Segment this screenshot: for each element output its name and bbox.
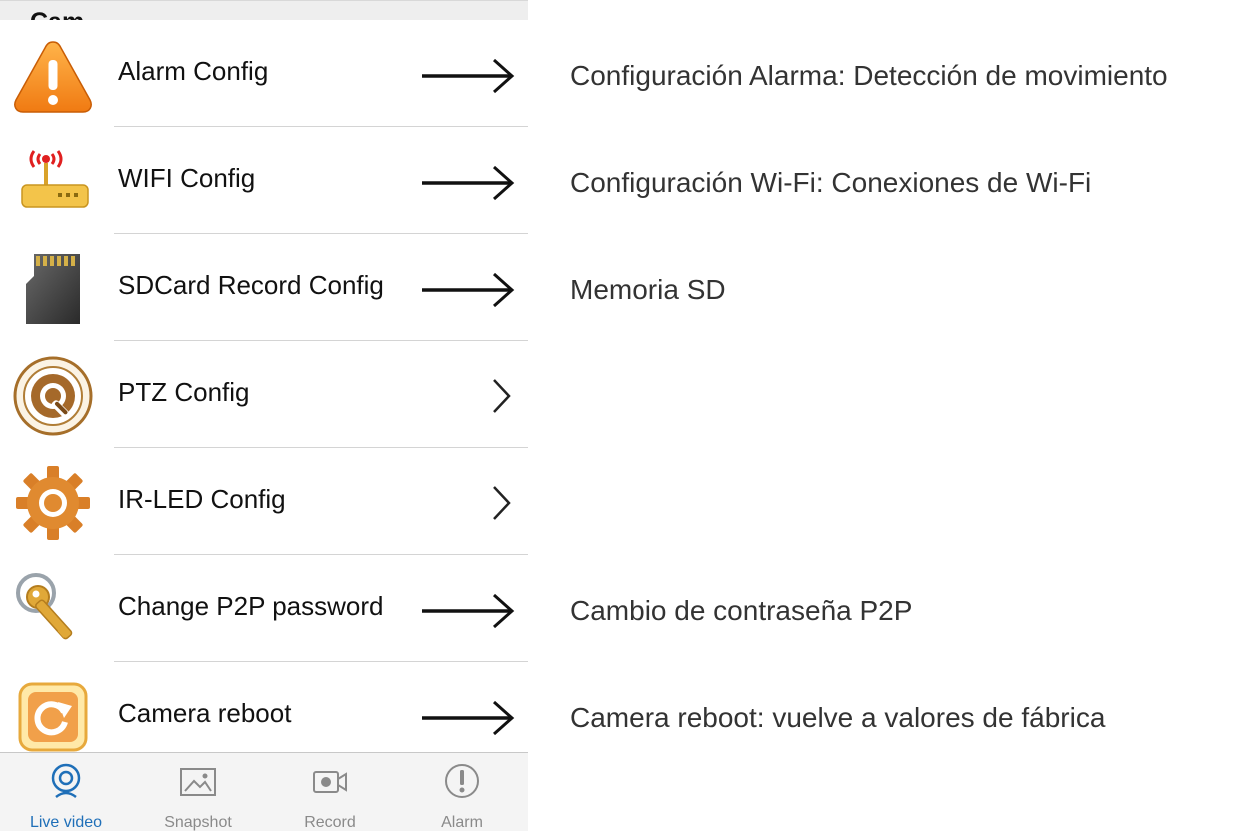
annotation-arrow bbox=[422, 58, 515, 94]
alarm-icon bbox=[445, 764, 479, 798]
sd-card-icon bbox=[26, 254, 80, 324]
row-label: Alarm Config bbox=[118, 56, 269, 86]
snapshot-icon bbox=[180, 768, 216, 796]
wifi-router-icon bbox=[21, 150, 89, 208]
annotation-arrow bbox=[422, 593, 515, 629]
chevron-right-icon bbox=[493, 486, 511, 520]
annotation-password: Cambio de contraseña P2P bbox=[570, 595, 913, 626]
annotation-sd: Memoria SD bbox=[570, 274, 726, 305]
row-label: Camera reboot bbox=[118, 698, 292, 728]
row-irled-config[interactable]: IR-LED Config bbox=[0, 448, 528, 555]
live-video-icon bbox=[51, 763, 81, 799]
row-label: Change P2P password bbox=[118, 591, 384, 621]
tab-label: Live video bbox=[29, 814, 103, 831]
row-label: SDCard Record Config bbox=[118, 270, 384, 300]
reboot-icon bbox=[18, 682, 88, 752]
row-label: IR-LED Config bbox=[118, 484, 286, 514]
chevron-right-icon bbox=[493, 379, 511, 413]
gear-icon bbox=[16, 466, 90, 540]
annotation-arrow bbox=[422, 272, 515, 308]
warning-icon bbox=[14, 41, 92, 113]
tab-label: Alarm bbox=[441, 814, 483, 831]
tab-label: Snapshot bbox=[164, 814, 232, 831]
row-label: PTZ Config bbox=[118, 377, 250, 407]
tab-record[interactable]: Record bbox=[264, 753, 396, 831]
annotation-alarm: Configuración Alarma: Detección de movim… bbox=[570, 60, 1168, 91]
row-label: WIFI Config bbox=[118, 163, 256, 193]
annotation-reboot: Camera reboot: vuelve a valores de fábri… bbox=[570, 702, 1106, 733]
record-icon bbox=[313, 771, 347, 793]
tab-snapshot[interactable]: Snapshot bbox=[132, 753, 264, 831]
annotation-wifi: Configuración Wi-Fi: Conexiones de Wi-Fi bbox=[570, 167, 1092, 198]
tab-bar: Live video Snapshot Record Alarm bbox=[0, 752, 528, 831]
ptz-icon bbox=[13, 356, 93, 436]
annotation-arrow bbox=[422, 700, 515, 736]
tab-label: Record bbox=[304, 814, 356, 831]
annotation-arrow bbox=[422, 165, 515, 201]
row-ptz-config[interactable]: PTZ Config bbox=[0, 341, 528, 448]
tab-alarm[interactable]: Alarm bbox=[396, 753, 528, 831]
tab-live-video[interactable]: Live video bbox=[0, 753, 132, 831]
key-icon bbox=[16, 573, 73, 640]
